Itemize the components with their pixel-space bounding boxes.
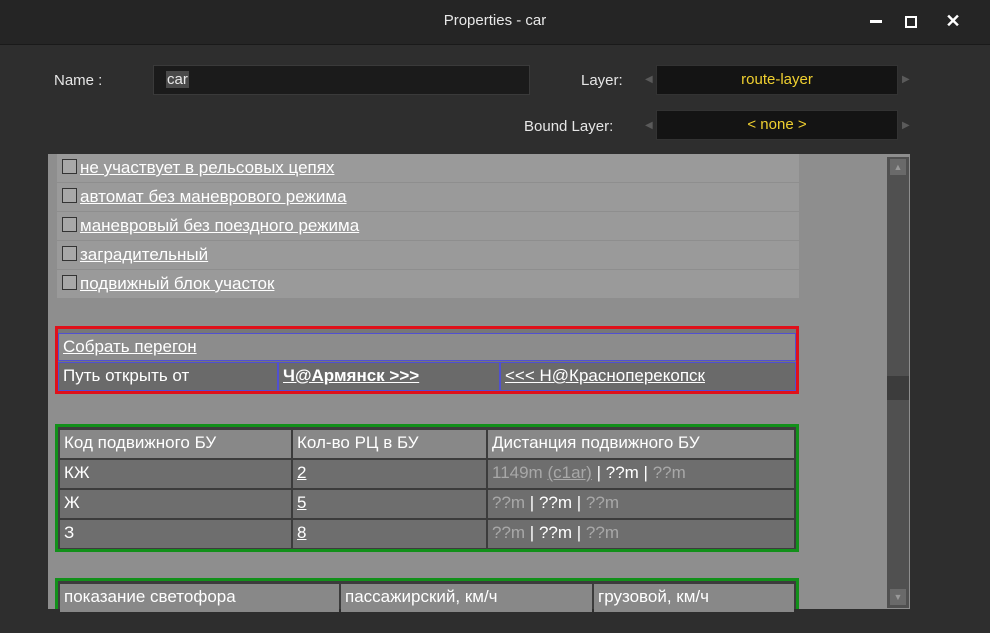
scroll-up-icon[interactable]: ▲ [890, 159, 906, 175]
name-label: Name : [54, 72, 103, 89]
distance-1: 1149m [492, 463, 543, 482]
layer-next-icon[interactable]: ▶ [902, 74, 910, 85]
path-to-link[interactable]: <<< Н@Красноперекопск [500, 362, 796, 391]
title-bar: Properties - car ✕ [0, 0, 990, 45]
distance-3: ??m [585, 493, 619, 512]
bound-layer-next-icon[interactable]: ▶ [902, 120, 910, 131]
block-code: З [60, 520, 291, 548]
peregon-section: Собрать перегон Путь открыть от Ч@Армянс… [55, 326, 799, 394]
separator: | [591, 463, 606, 482]
bound-layer-prev-icon[interactable]: ◀ [645, 120, 653, 131]
column-header: грузовой, км/ч [594, 584, 794, 612]
distance-2: ??m [538, 493, 573, 512]
checkbox[interactable] [62, 217, 77, 232]
block-table: Код подвижного БУ Кол-во РЦ в БУ Дистанц… [55, 424, 799, 552]
checkbox[interactable] [62, 246, 77, 261]
separator: | [572, 493, 586, 512]
distance-2: ??m [605, 463, 639, 482]
window-title: Properties - car [443, 12, 547, 29]
block-count-link[interactable]: 2 [293, 460, 486, 488]
minimize-icon [870, 20, 882, 23]
vertical-scrollbar[interactable]: ▲ ▼ [887, 157, 909, 608]
bound-layer-select[interactable]: < none > [656, 110, 898, 140]
maximize-icon [905, 16, 917, 28]
distance-1-link[interactable]: (c1ar) [547, 463, 591, 482]
separator: | [638, 463, 653, 482]
column-header: пассажирский, км/ч [341, 584, 592, 612]
layer-select[interactable]: route-layer [656, 65, 898, 95]
column-header: показание светофора [60, 584, 339, 612]
checkbox-label[interactable]: автомат без маневрового режима [80, 187, 347, 206]
block-count-link[interactable]: 5 [293, 490, 486, 518]
checkbox-row[interactable]: подвижный блок участок [57, 270, 799, 298]
checkbox-row[interactable]: маневровый без поездного режима [57, 212, 799, 240]
separator: | [525, 493, 539, 512]
maximize-button[interactable] [900, 10, 922, 32]
path-open-label: Путь открыть от [58, 362, 278, 391]
checkbox[interactable] [62, 188, 77, 203]
bound-layer-label: Bound Layer: [524, 118, 614, 135]
distance-3: ??m [585, 523, 619, 542]
close-icon: ✕ [945, 11, 961, 31]
block-distance: 1149m (c1ar) | ??m | ??m [488, 460, 794, 488]
distance-3: ??m [652, 463, 686, 482]
peregon-title-link[interactable]: Собрать перегон [58, 333, 796, 361]
block-distance: ??m | ??m | ??m [488, 520, 794, 548]
layer-prev-icon[interactable]: ◀ [645, 74, 653, 85]
name-input[interactable]: car [153, 65, 530, 95]
checkbox-label[interactable]: не участвует в рельсовых цепях [80, 158, 334, 177]
checkbox-row[interactable]: автомат без маневрового режима [57, 183, 799, 211]
checkbox-label[interactable]: подвижный блок участок [80, 274, 274, 293]
checkbox-row[interactable]: не участвует в рельсовых цепях [57, 154, 799, 182]
checkbox-row[interactable]: заградительный [57, 241, 799, 269]
distance-2: ??m [538, 523, 573, 542]
distance-1: ??m [492, 523, 526, 542]
distance-1: ??m [492, 493, 526, 512]
separator: | [525, 523, 539, 542]
path-from-link[interactable]: Ч@Армянск >>> [278, 362, 500, 391]
block-count-link[interactable]: 8 [293, 520, 486, 548]
checkbox[interactable] [62, 275, 77, 290]
block-code: Ж [60, 490, 291, 518]
speed-table: показание светофора пассажирский, км/ч г… [55, 578, 799, 612]
scroll-thumb[interactable] [887, 376, 909, 400]
checkbox-label[interactable]: маневровый без поездного режима [80, 216, 359, 235]
separator: | [572, 523, 586, 542]
block-code: КЖ [60, 460, 291, 488]
close-button[interactable]: ✕ [942, 10, 964, 32]
checkbox[interactable] [62, 159, 77, 174]
scroll-down-icon[interactable]: ▼ [890, 589, 906, 605]
checkbox-label[interactable]: заградительный [80, 245, 208, 264]
properties-window: Properties - car ✕ Name : car Layer: ◀ r… [0, 0, 990, 633]
column-header: Дистанция подвижного БУ [488, 430, 794, 458]
name-value: car [166, 71, 189, 88]
column-header: Кол-во РЦ в БУ [293, 430, 486, 458]
column-header: Код подвижного БУ [60, 430, 291, 458]
layer-label: Layer: [581, 72, 623, 89]
block-distance: ??m | ??m | ??m [488, 490, 794, 518]
minimize-button[interactable] [866, 10, 888, 32]
